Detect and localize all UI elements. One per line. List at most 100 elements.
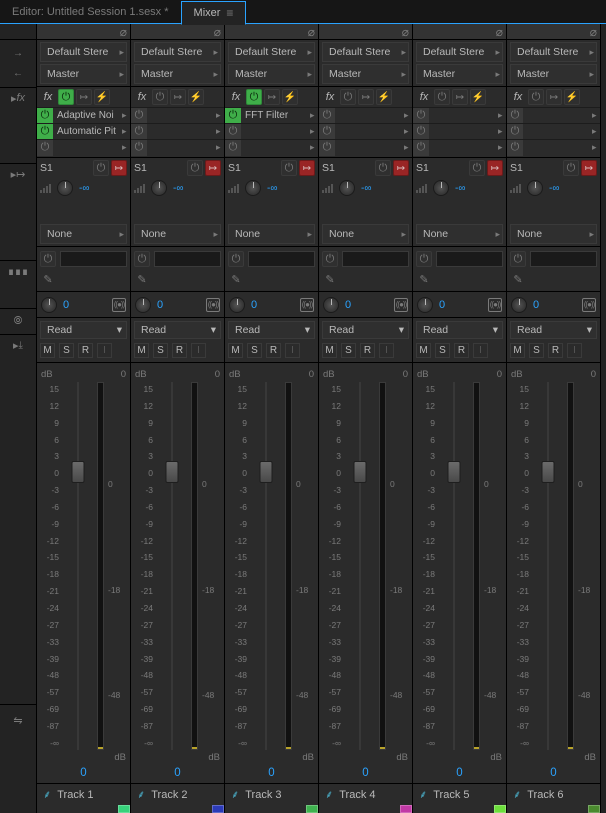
solo-button[interactable]: S [153, 343, 168, 358]
gutter-fader[interactable]: ▸ [0, 335, 36, 705]
record-arm-button[interactable]: R [360, 343, 375, 358]
effects-slot[interactable] [507, 139, 600, 155]
stereo-scope-icon[interactable] [488, 298, 502, 312]
automation-mode-dropdown[interactable]: Read [322, 321, 409, 339]
effect-slot-power-button[interactable] [225, 124, 241, 140]
pan-knob[interactable] [229, 297, 245, 313]
record-arm-button[interactable]: R [454, 343, 469, 358]
send-prefader-button[interactable]: ↦ [581, 160, 597, 176]
send-level-knob[interactable] [527, 180, 543, 196]
send-bus-dropdown[interactable]: None [510, 224, 597, 244]
pan-knob[interactable] [511, 297, 527, 313]
effect-slot-power-button[interactable] [413, 124, 429, 140]
fader-track[interactable] [251, 382, 281, 750]
fader-thumb[interactable] [542, 461, 555, 483]
effects-slot[interactable] [507, 123, 600, 139]
send-power-button[interactable] [469, 160, 485, 176]
input-monitor-button[interactable]: I [97, 343, 112, 358]
effects-slot[interactable] [131, 139, 224, 155]
effects-bolt-button[interactable] [564, 89, 580, 105]
effects-slot[interactable] [37, 139, 130, 155]
track-color-swatch[interactable] [400, 805, 412, 813]
output-routing-dropdown[interactable]: Master [40, 64, 127, 84]
effects-power-button[interactable] [152, 89, 168, 105]
visibility-icon[interactable] [120, 25, 127, 39]
track-color-swatch[interactable] [588, 805, 600, 813]
pan-knob[interactable] [135, 297, 151, 313]
effects-slot[interactable] [319, 139, 412, 155]
effect-slot-power-button[interactable] [413, 108, 429, 124]
eq-graph[interactable] [248, 251, 315, 267]
output-routing-dropdown[interactable]: Master [322, 64, 409, 84]
track-color-swatch[interactable] [118, 805, 130, 813]
fader-track[interactable] [533, 382, 563, 750]
fader-thumb[interactable] [260, 461, 273, 483]
send-bus-dropdown[interactable]: None [40, 224, 127, 244]
effect-slot-power-button[interactable] [413, 140, 429, 156]
record-arm-button[interactable]: R [266, 343, 281, 358]
visibility-icon[interactable] [402, 25, 409, 39]
effect-slot-power-button[interactable] [131, 124, 147, 140]
eq-edit-button[interactable] [134, 271, 150, 287]
effect-slot-power-button[interactable] [131, 140, 147, 156]
input-monitor-button[interactable]: I [191, 343, 206, 358]
effects-bolt-button[interactable] [282, 89, 298, 105]
effects-slot[interactable]: Automatic Pit [37, 123, 130, 139]
effects-slot[interactable] [319, 123, 412, 139]
eq-power-button[interactable] [40, 251, 56, 267]
effects-slot[interactable] [225, 139, 318, 155]
pan-knob[interactable] [41, 297, 57, 313]
input-routing-dropdown[interactable]: Default Stere [510, 42, 597, 62]
effects-prefader-button[interactable]: ↦ [170, 89, 186, 105]
output-routing-dropdown[interactable]: Master [416, 64, 503, 84]
mute-button[interactable]: M [510, 343, 525, 358]
visibility-icon[interactable] [590, 25, 597, 39]
fader-track[interactable] [345, 382, 375, 750]
effect-slot-power-button[interactable] [319, 140, 335, 156]
stereo-scope-icon[interactable] [582, 298, 596, 312]
input-monitor-button[interactable]: I [285, 343, 300, 358]
track-name-row[interactable]: ⸙ Track 5 [413, 783, 506, 805]
effects-bolt-button[interactable] [94, 89, 110, 105]
eq-power-button[interactable] [510, 251, 526, 267]
track-color-swatch[interactable] [494, 805, 506, 813]
eq-edit-button[interactable] [322, 271, 338, 287]
automation-mode-dropdown[interactable]: Read [228, 321, 315, 339]
eq-graph[interactable] [154, 251, 221, 267]
send-power-button[interactable] [375, 160, 391, 176]
effects-slot[interactable] [413, 139, 506, 155]
send-power-button[interactable] [93, 160, 109, 176]
effects-slot[interactable] [319, 107, 412, 123]
output-routing-dropdown[interactable]: Master [510, 64, 597, 84]
send-prefader-button[interactable]: ↦ [205, 160, 221, 176]
effects-prefader-button[interactable]: ↦ [264, 89, 280, 105]
send-prefader-button[interactable]: ↦ [487, 160, 503, 176]
solo-button[interactable]: S [247, 343, 262, 358]
eq-graph[interactable] [342, 251, 409, 267]
record-arm-button[interactable]: R [172, 343, 187, 358]
send-power-button[interactable] [187, 160, 203, 176]
record-arm-button[interactable]: R [548, 343, 563, 358]
effect-slot-power-button[interactable] [37, 140, 53, 156]
stereo-scope-icon[interactable] [300, 298, 314, 312]
output-routing-dropdown[interactable]: Master [228, 64, 315, 84]
effects-slot[interactable]: Adaptive Noi [37, 107, 130, 123]
input-monitor-button[interactable]: I [567, 343, 582, 358]
gutter-footer[interactable]: ⇋ [0, 705, 36, 735]
automation-mode-dropdown[interactable]: Read [40, 321, 127, 339]
eq-graph[interactable] [60, 251, 127, 267]
effects-slot[interactable] [413, 107, 506, 123]
effects-power-button[interactable] [434, 89, 450, 105]
tab-editor[interactable]: Editor: Untitled Session 1.sesx * [0, 0, 181, 24]
send-prefader-button[interactable]: ↦ [299, 160, 315, 176]
effects-prefader-button[interactable]: ↦ [76, 89, 92, 105]
effects-power-button[interactable] [528, 89, 544, 105]
effects-prefader-button[interactable]: ↦ [546, 89, 562, 105]
input-monitor-button[interactable]: I [379, 343, 394, 358]
fader-thumb[interactable] [448, 461, 461, 483]
input-routing-dropdown[interactable]: Default Stere [416, 42, 503, 62]
send-bus-dropdown[interactable]: None [322, 224, 409, 244]
effects-prefader-button[interactable]: ↦ [452, 89, 468, 105]
effects-slot[interactable]: FFT Filter [225, 107, 318, 123]
solo-button[interactable]: S [435, 343, 450, 358]
